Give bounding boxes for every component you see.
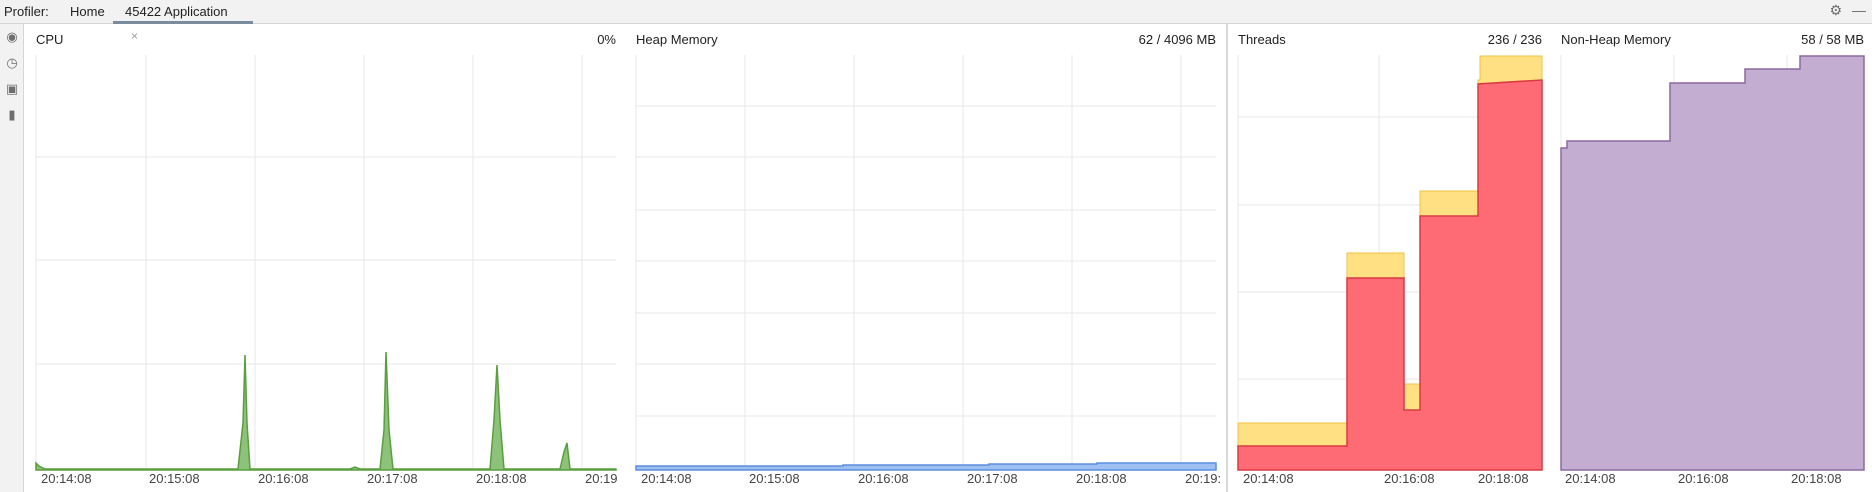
threads-tick-3: 20:18:08 — [1478, 471, 1529, 486]
threads-tick-1: 20:14:08 — [1243, 471, 1294, 486]
heap-tick-1: 20:14:08 — [641, 471, 692, 486]
cpu-gridlines — [35, 55, 616, 470]
threads-tick-2: 20:16:08 — [1384, 471, 1435, 486]
cpu-tick-1: 20:14:08 — [41, 471, 92, 486]
cpu-tick-4: 20:17:08 — [367, 471, 418, 486]
heap-tick-5: 20:18:08 — [1076, 471, 1127, 486]
nonheap-tick-3: 20:18:08 — [1791, 471, 1842, 486]
nonheap-tick-2: 20:16:08 — [1678, 471, 1729, 486]
heap-gridlines — [635, 55, 1216, 470]
profiler-charts — [35, 55, 1865, 471]
nonheap-tick-1: 20:14:08 — [1565, 471, 1616, 486]
heap-series-area — [635, 462, 1217, 471]
cpu-tick-2: 20:15:08 — [149, 471, 200, 486]
heap-tick-2: 20:15:08 — [749, 471, 800, 486]
nonheap-series-area — [1560, 55, 1865, 471]
heap-tick-3: 20:16:08 — [858, 471, 909, 486]
cpu-tick-6: 20:19:08 — [585, 471, 617, 486]
cpu-tick-3: 20:16:08 — [258, 471, 309, 486]
cpu-series-area — [35, 351, 617, 471]
cpu-tick-5: 20:18:08 — [476, 471, 527, 486]
heap-tick-4: 20:17:08 — [967, 471, 1018, 486]
heap-tick-6: 20:19:08 — [1185, 471, 1221, 486]
